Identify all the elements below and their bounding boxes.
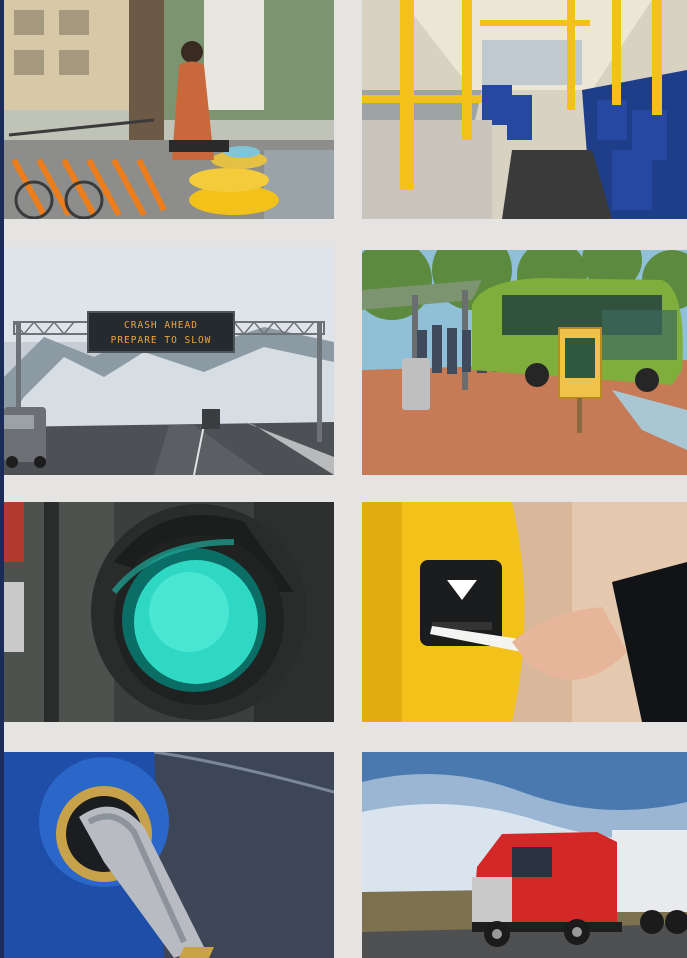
photo-fare-card-reader (362, 502, 687, 722)
photo-ev-charger (4, 752, 334, 958)
sign-line-1: CRASH AHEAD (124, 320, 198, 331)
photo-traffic-light (4, 502, 334, 722)
photo-highway-sign: CRASH AHEAD PREPARE TO SLOW (4, 247, 334, 475)
sign-line-2: PREPARE TO SLOW (111, 335, 212, 346)
photo-bus-interior (362, 0, 687, 219)
photo-bike-share (4, 0, 334, 219)
photo-bus-stop (362, 250, 687, 475)
photo-semi-truck (362, 752, 687, 958)
